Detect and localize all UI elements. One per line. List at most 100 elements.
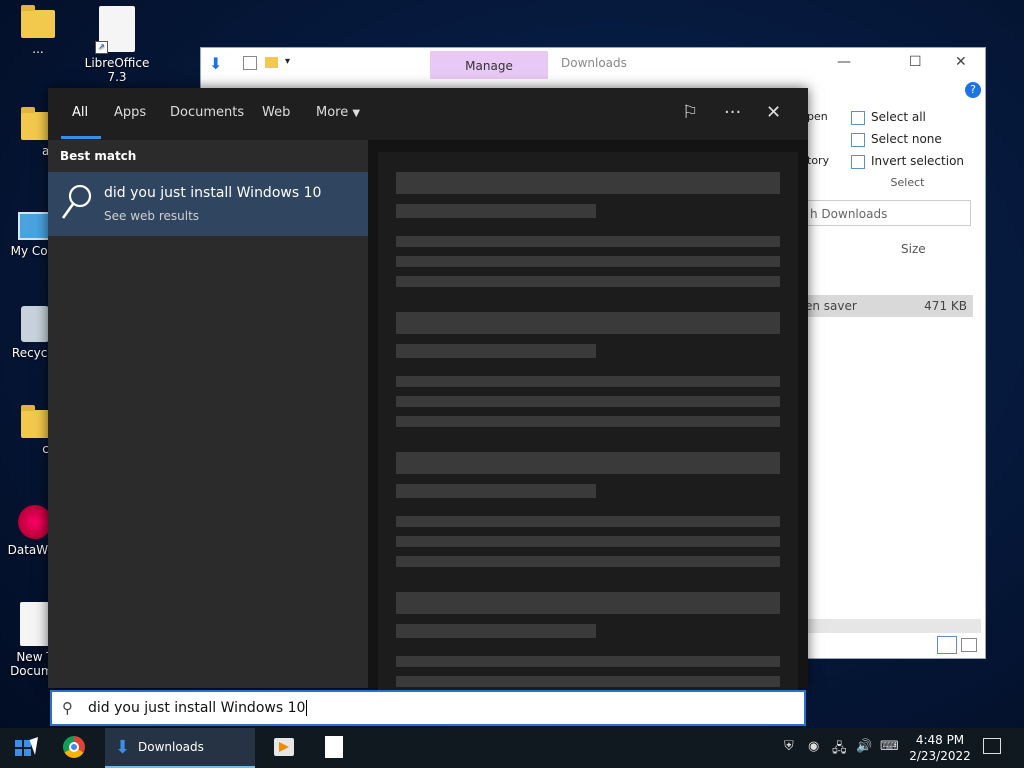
placeholder-bar bbox=[396, 344, 596, 358]
tab-web[interactable]: Web bbox=[262, 105, 290, 120]
quick-access-dropdown-icon[interactable]: ▾ bbox=[285, 56, 290, 67]
chrome-icon[interactable] bbox=[63, 736, 85, 758]
placeholder-bar bbox=[396, 516, 780, 527]
placeholder-bar bbox=[396, 556, 780, 567]
ribbon-open-label[interactable]: pen bbox=[807, 110, 828, 123]
volume-icon[interactable]: 🔊 bbox=[856, 739, 872, 754]
taskbar-downloads-button[interactable]: ⬇ Downloads bbox=[105, 728, 255, 768]
libreoffice-icon: ↗ bbox=[95, 6, 135, 54]
placeholder-bar bbox=[396, 484, 596, 498]
chrome-tray-icon[interactable]: ◉ bbox=[808, 739, 819, 754]
tab-more-label: More bbox=[316, 105, 349, 120]
quick-access-folder-icon[interactable] bbox=[265, 57, 278, 68]
computer-icon bbox=[18, 212, 52, 240]
best-match-heading: Best match bbox=[60, 149, 137, 163]
datawag-icon bbox=[18, 505, 52, 539]
file-row-size: 471 KB bbox=[924, 299, 967, 313]
search-tabs: All Apps Documents Web More ▼ ⚐ ··· ✕ bbox=[48, 88, 808, 140]
quick-access-download-icon[interactable]: ⬇ bbox=[209, 54, 222, 73]
select-all-icon bbox=[851, 110, 865, 125]
start-search-panel: All Apps Documents Web More ▼ ⚐ ··· ✕ Be… bbox=[48, 88, 808, 692]
best-match-result[interactable]: did you just install Windows 10 See web … bbox=[48, 172, 368, 236]
windows-logo-icon bbox=[15, 740, 31, 756]
file-row[interactable]: en saver 471 KB bbox=[801, 295, 973, 317]
placeholder-bar bbox=[396, 312, 780, 334]
tab-documents[interactable]: Documents bbox=[170, 105, 244, 120]
clock-time: 4:48 PM bbox=[915, 733, 965, 747]
placeholder-bar bbox=[396, 204, 596, 218]
preview-pane bbox=[368, 140, 808, 692]
invert-selection-label: Invert selection bbox=[871, 154, 965, 168]
quick-access-properties-icon[interactable] bbox=[243, 56, 257, 70]
close-icon[interactable]: ✕ bbox=[766, 102, 781, 123]
network-icon[interactable]: 🖧 bbox=[832, 739, 847, 761]
select-none-label: Select none bbox=[871, 132, 942, 146]
search-icon bbox=[61, 184, 92, 219]
keyboard-icon[interactable]: ⌨ bbox=[880, 739, 899, 754]
select-group-label: Select bbox=[890, 176, 925, 189]
security-shield-icon[interactable]: ⛨ bbox=[784, 739, 794, 754]
search-input[interactable]: ⚲ did you just install Windows 10 bbox=[50, 690, 806, 726]
more-options-icon[interactable]: ··· bbox=[724, 102, 741, 123]
placeholder-bar bbox=[396, 536, 780, 547]
chevron-down-icon: ▼ bbox=[352, 108, 361, 119]
search-query-text: did you just install Windows 10 bbox=[88, 700, 308, 716]
taskbar-downloads-label: Downloads bbox=[138, 740, 204, 754]
tab-manage[interactable]: Manage bbox=[430, 51, 548, 79]
desktop-icon-libreoffice[interactable]: ↗ LibreOffice 7.3 bbox=[82, 6, 152, 84]
search-query-value: did you just install Windows 10 bbox=[88, 700, 306, 716]
details-view-icon[interactable] bbox=[937, 636, 957, 654]
placeholder-bar bbox=[396, 396, 780, 407]
placeholder-bar bbox=[396, 676, 780, 687]
invert-selection-button[interactable]: Invert selection bbox=[851, 150, 964, 172]
placeholder-bar bbox=[396, 592, 780, 614]
system-clock[interactable]: 4:48 PM 2/23/2022 bbox=[905, 732, 975, 764]
ribbon-select-group: Select all Select none Invert selection … bbox=[851, 106, 964, 194]
large-icons-view-icon[interactable] bbox=[961, 638, 977, 652]
tab-all[interactable]: All bbox=[72, 105, 88, 120]
shortcut-arrow-icon: ↗ bbox=[95, 41, 108, 54]
help-icon[interactable]: ? bbox=[965, 82, 981, 98]
loading-placeholder bbox=[378, 152, 798, 692]
results-pane: Best match did you just install Windows … bbox=[48, 140, 368, 688]
tab-apps[interactable]: Apps bbox=[114, 105, 146, 120]
placeholder-bar bbox=[396, 236, 780, 247]
column-header-size[interactable]: Size bbox=[901, 242, 926, 256]
best-match-subtitle: See web results bbox=[104, 209, 200, 223]
document-app-icon[interactable] bbox=[325, 736, 343, 758]
placeholder-bar bbox=[396, 172, 780, 194]
select-none-icon bbox=[851, 132, 865, 147]
placeholder-bar bbox=[396, 416, 780, 427]
folder-icon bbox=[21, 5, 55, 38]
placeholder-bar bbox=[396, 256, 780, 267]
download-arrow-icon: ⬇ bbox=[115, 737, 131, 758]
invert-selection-icon bbox=[851, 154, 865, 169]
desktop-icon-label: ... bbox=[32, 42, 44, 56]
explorer-title-bar: ⬇ ▾ Manage Downloads — ☐ ✕ bbox=[201, 48, 985, 79]
file-row-name: en saver bbox=[805, 299, 857, 313]
ribbon-history-label[interactable]: tory bbox=[807, 154, 829, 167]
active-tab-indicator bbox=[61, 136, 101, 139]
feedback-icon[interactable]: ⚐ bbox=[682, 102, 698, 123]
select-all-button[interactable]: Select all bbox=[851, 106, 964, 128]
horizontal-scrollbar[interactable] bbox=[801, 619, 981, 633]
close-icon[interactable]: ✕ bbox=[955, 54, 967, 70]
minimize-icon[interactable]: — bbox=[837, 54, 851, 70]
maximize-icon[interactable]: ☐ bbox=[909, 54, 922, 70]
clock-date: 2/23/2022 bbox=[909, 749, 971, 763]
recycle-bin-icon bbox=[21, 306, 49, 342]
notification-center-icon[interactable] bbox=[983, 738, 1001, 754]
explorer-search-input[interactable]: h Downloads bbox=[801, 200, 971, 226]
placeholder-bar bbox=[396, 624, 596, 638]
tab-more[interactable]: More ▼ bbox=[316, 105, 360, 120]
explorer-title: Downloads bbox=[561, 56, 627, 70]
placeholder-bar bbox=[396, 376, 780, 387]
search-icon: ⚲ bbox=[62, 699, 73, 717]
desktop-icon-folder-top[interactable]: ... bbox=[3, 5, 73, 56]
text-caret bbox=[306, 700, 308, 716]
taskbar: ⬇ Downloads ⛨ ◉ 🖧 🔊 ⌨ 4:48 PM 2/23/2022 bbox=[0, 728, 1024, 768]
media-player-icon[interactable] bbox=[274, 738, 294, 756]
select-none-button[interactable]: Select none bbox=[851, 128, 964, 150]
desktop-icon-label: LibreOffice 7.3 bbox=[84, 56, 150, 84]
placeholder-bar bbox=[396, 656, 780, 667]
